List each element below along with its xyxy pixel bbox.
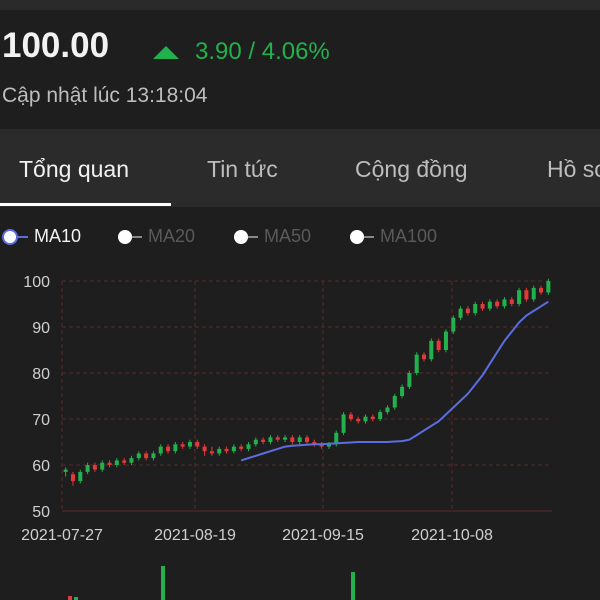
candle-body bbox=[502, 299, 507, 307]
candle-body bbox=[239, 446, 244, 449]
y-tick-label: 80 bbox=[32, 366, 50, 383]
x-tick-label: 2021-07-27 bbox=[21, 527, 103, 544]
candle-body bbox=[341, 414, 346, 433]
candle-body bbox=[261, 439, 266, 442]
candle-body bbox=[107, 462, 112, 465]
candle-body bbox=[129, 458, 134, 463]
x-tick-label: 2021-09-15 bbox=[282, 527, 364, 544]
candle-body bbox=[246, 444, 251, 449]
candle-body bbox=[304, 437, 310, 442]
y-tick-label: 90 bbox=[32, 320, 50, 337]
candle-body bbox=[195, 442, 200, 447]
candle-body bbox=[392, 396, 397, 408]
volume-bar bbox=[351, 572, 355, 600]
candle-body bbox=[136, 453, 141, 459]
candle-body bbox=[173, 444, 178, 452]
candle-body bbox=[363, 416, 368, 422]
candle-body bbox=[92, 465, 97, 470]
candle-body bbox=[187, 442, 192, 447]
candle-body bbox=[70, 474, 75, 482]
candle-body bbox=[509, 299, 514, 304]
candle-body bbox=[122, 460, 127, 463]
candlestick-chart[interactable]: 50 60 70 80 90 100 2021-07-27 2021-08-19 2021-09… bbox=[0, 0, 600, 600]
x-tick-label: 2021-08-19 bbox=[154, 527, 236, 544]
y-tick-label: 50 bbox=[32, 504, 50, 521]
y-tick-label: 100 bbox=[23, 274, 50, 291]
candle-body bbox=[231, 446, 236, 452]
candle-body bbox=[451, 317, 456, 332]
candle-body bbox=[429, 340, 434, 360]
candle-body bbox=[85, 465, 90, 472]
candle-body bbox=[202, 446, 207, 452]
candle-body bbox=[465, 308, 470, 314]
candle-body bbox=[217, 448, 222, 454]
ma10-line bbox=[240, 300, 549, 462]
candle-body bbox=[275, 437, 280, 440]
candle-body bbox=[356, 419, 361, 422]
candle-body bbox=[114, 460, 119, 465]
candle-body bbox=[443, 331, 448, 350]
candle-body bbox=[487, 301, 492, 309]
candle-body bbox=[180, 444, 185, 447]
y-tick-label: 60 bbox=[32, 458, 50, 475]
candle-body bbox=[473, 304, 478, 314]
candle-body bbox=[524, 290, 529, 300]
candle-body bbox=[151, 453, 156, 459]
candle-body bbox=[414, 354, 419, 373]
candle-body bbox=[253, 439, 258, 445]
candle-body bbox=[480, 304, 485, 309]
candle-body bbox=[158, 446, 163, 454]
candle-body bbox=[144, 453, 149, 459]
volume-bar bbox=[68, 596, 72, 600]
candle-body bbox=[517, 290, 522, 304]
candle-body bbox=[546, 281, 551, 293]
candle-body bbox=[531, 287, 536, 300]
candle-body bbox=[400, 386, 405, 396]
candle-body bbox=[348, 414, 353, 419]
candle-body bbox=[297, 437, 302, 442]
candle-body bbox=[283, 437, 288, 440]
candle-body bbox=[166, 446, 171, 452]
candle-body bbox=[385, 407, 390, 413]
candle-body bbox=[290, 437, 295, 442]
candle-body bbox=[422, 354, 427, 360]
candle-body bbox=[495, 301, 500, 307]
candle-body bbox=[539, 287, 544, 293]
candle-body bbox=[436, 340, 441, 350]
candle-body bbox=[100, 462, 105, 470]
candle-body bbox=[63, 469, 68, 472]
candle-body bbox=[78, 471, 83, 482]
candle-body bbox=[370, 416, 375, 419]
candle-body bbox=[224, 448, 229, 452]
candle-body bbox=[209, 451, 214, 454]
volume-bar bbox=[161, 566, 165, 600]
candle-body bbox=[407, 373, 412, 387]
y-tick-label: 70 bbox=[32, 412, 50, 429]
x-tick-label: 2021-10-08 bbox=[411, 527, 493, 544]
candle-body bbox=[378, 412, 383, 419]
candle-body bbox=[268, 437, 273, 442]
candle-body bbox=[458, 308, 463, 318]
